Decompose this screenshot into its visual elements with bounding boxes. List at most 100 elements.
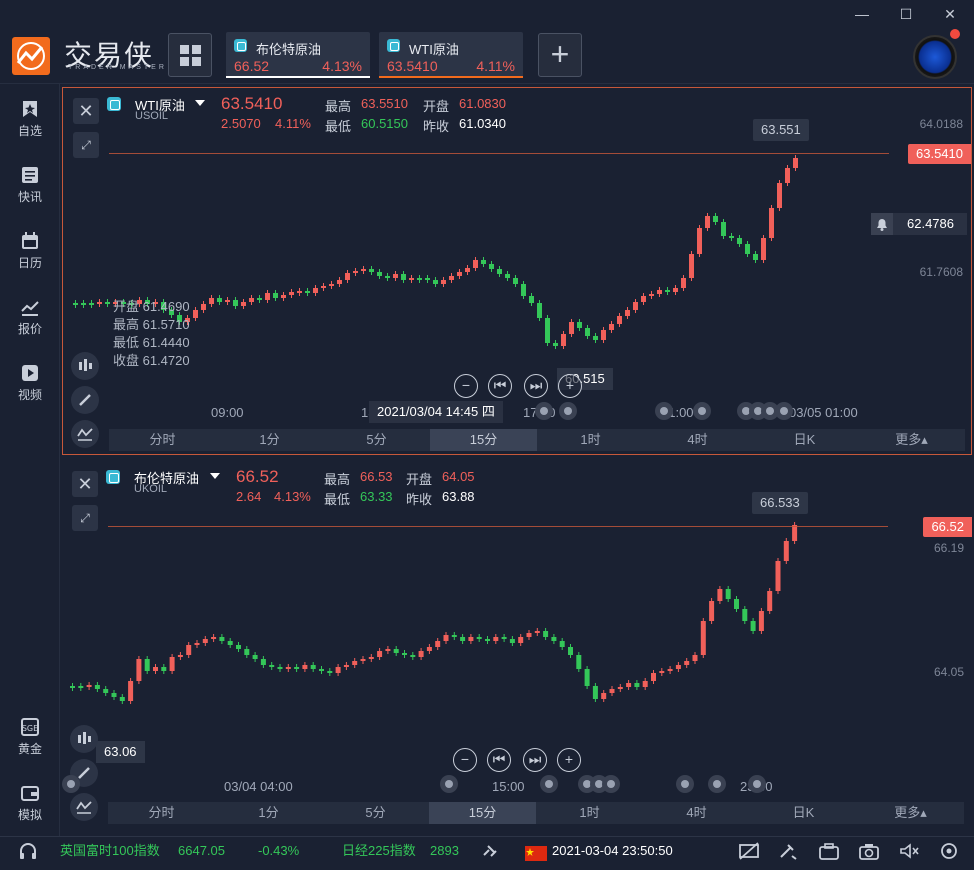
candle-body — [368, 657, 374, 659]
period-option[interactable]: 日K — [751, 429, 858, 451]
zoom-out-button[interactable]: − — [453, 748, 477, 772]
period-option[interactable]: 4时 — [644, 429, 751, 451]
zoom-out-button[interactable]: − — [454, 374, 478, 398]
period-option-active[interactable]: 15分 — [429, 802, 536, 824]
candle-body — [169, 657, 175, 671]
expand-chart-button[interactable]: ⤢ — [72, 505, 98, 531]
logo-icon — [12, 37, 50, 75]
event-marker[interactable] — [708, 775, 726, 793]
step-forward-button[interactable]: ⏭ — [524, 374, 548, 398]
step-back-button[interactable]: ⏮ — [487, 748, 511, 772]
screen-off-icon[interactable] — [738, 842, 760, 869]
event-marker[interactable] — [540, 775, 558, 793]
headset-icon[interactable] — [18, 842, 38, 869]
period-option[interactable]: 分时 — [109, 429, 216, 451]
candle-body — [667, 669, 673, 671]
current-price-line — [108, 526, 888, 527]
settings-icon[interactable] — [938, 842, 960, 869]
event-marker[interactable] — [748, 775, 766, 793]
sidebar: 自选 快讯 日历 报价 视频 SGE 黄金 模拟 — [0, 84, 60, 836]
camera-icon[interactable] — [858, 842, 880, 869]
candle-body — [657, 290, 662, 294]
candle-body — [505, 274, 510, 278]
period-option[interactable]: 1分 — [215, 802, 322, 824]
period-option[interactable]: 5分 — [322, 802, 429, 824]
period-option[interactable]: 日K — [750, 802, 857, 824]
sidebar-item-quotes[interactable]: 报价 — [0, 298, 60, 337]
sidebar-item-demo[interactable]: 模拟 — [0, 784, 60, 823]
event-marker[interactable] — [602, 775, 620, 793]
sidebar-item-news[interactable]: 快讯 — [0, 166, 60, 205]
close-chart-button[interactable]: ✕ — [73, 98, 99, 124]
period-option-active[interactable]: 15分 — [430, 429, 537, 451]
chevron-down-icon[interactable] — [210, 473, 220, 479]
close-chart-button[interactable]: ✕ — [72, 471, 98, 497]
candle-body — [426, 647, 432, 651]
zoom-in-button[interactable]: + — [558, 374, 582, 398]
period-more[interactable]: 更多▴ — [857, 802, 964, 824]
candle-type-button[interactable] — [71, 352, 99, 380]
candle-body — [729, 236, 734, 238]
high-price-tag: 63.551 — [753, 119, 809, 141]
add-tab-button[interactable]: + — [538, 33, 582, 77]
candle-body — [649, 294, 654, 296]
event-marker[interactable] — [775, 402, 793, 420]
candle-body — [485, 639, 490, 641]
ohlc-high: 最高 61.5710 — [113, 317, 190, 332]
sidebar-item-calendar[interactable]: 日历 — [0, 232, 60, 271]
event-marker[interactable] — [655, 402, 673, 420]
period-selector: 分时 1分 5分 15分 1时 4时 日K 更多▴ — [109, 429, 965, 451]
event-marker[interactable] — [535, 402, 553, 420]
candle-body — [775, 561, 781, 591]
layout-grid-button[interactable] — [168, 33, 212, 77]
indicator-button[interactable] — [71, 420, 99, 448]
candle-body — [476, 637, 482, 639]
sidebar-item-gold[interactable]: SGE 黄金 — [0, 718, 60, 757]
maximize-button[interactable]: ☐ — [896, 4, 916, 24]
event-marker[interactable] — [62, 775, 80, 793]
period-option[interactable]: 5分 — [323, 429, 430, 451]
low-value: 63.33 — [360, 489, 393, 504]
tab-wti[interactable]: WTI原油 63.5410 4.11% — [379, 32, 523, 78]
indicator-button[interactable] — [70, 793, 98, 821]
period-option[interactable]: 4时 — [643, 802, 750, 824]
candle-type-button[interactable] — [70, 725, 98, 753]
period-option[interactable]: 1时 — [537, 429, 644, 451]
low-value: 60.5150 — [361, 116, 408, 131]
period-option[interactable]: 1时 — [536, 802, 643, 824]
avatar[interactable] — [913, 35, 957, 79]
link-icon[interactable] — [480, 842, 500, 869]
sidebar-item-watchlist[interactable]: 自选 — [0, 100, 60, 139]
candle-body — [460, 637, 466, 641]
event-marker[interactable] — [559, 402, 577, 420]
step-back-button[interactable]: ⏮ — [488, 374, 512, 398]
event-marker[interactable] — [440, 775, 458, 793]
candle-body — [335, 667, 341, 673]
candle-body — [193, 310, 198, 318]
candle-body — [457, 272, 462, 276]
close-window-button[interactable]: ✕ — [940, 4, 960, 24]
sidebar-item-video[interactable]: 视频 — [0, 364, 60, 403]
ticker-name[interactable]: 日经225指数 — [342, 837, 416, 864]
zoom-in-button[interactable]: + — [557, 748, 581, 772]
mute-icon[interactable] — [898, 842, 920, 869]
ticker-name[interactable]: 英国富时100指数 — [60, 837, 160, 864]
expand-chart-button[interactable]: ⤢ — [73, 132, 99, 158]
candle-body — [559, 641, 565, 647]
price-alert[interactable]: 62.4786 — [871, 213, 967, 235]
step-forward-button[interactable]: ⏭ — [523, 748, 547, 772]
event-marker[interactable] — [693, 402, 711, 420]
minimize-button[interactable]: — — [852, 4, 872, 24]
gold-icon: SGE — [21, 718, 39, 736]
chevron-down-icon[interactable] — [195, 100, 205, 106]
tab-brent[interactable]: 布伦特原油 66.52 4.13% — [226, 32, 370, 78]
period-option[interactable]: 1分 — [216, 429, 323, 451]
period-option[interactable]: 分时 — [108, 802, 215, 824]
candle-body — [585, 328, 590, 336]
briefcase-icon[interactable] — [818, 842, 840, 869]
candle-body — [609, 324, 614, 330]
draw-tool-button[interactable] — [71, 386, 99, 414]
tools-icon[interactable] — [778, 842, 800, 869]
event-marker[interactable] — [676, 775, 694, 793]
period-more[interactable]: 更多▴ — [858, 429, 965, 451]
